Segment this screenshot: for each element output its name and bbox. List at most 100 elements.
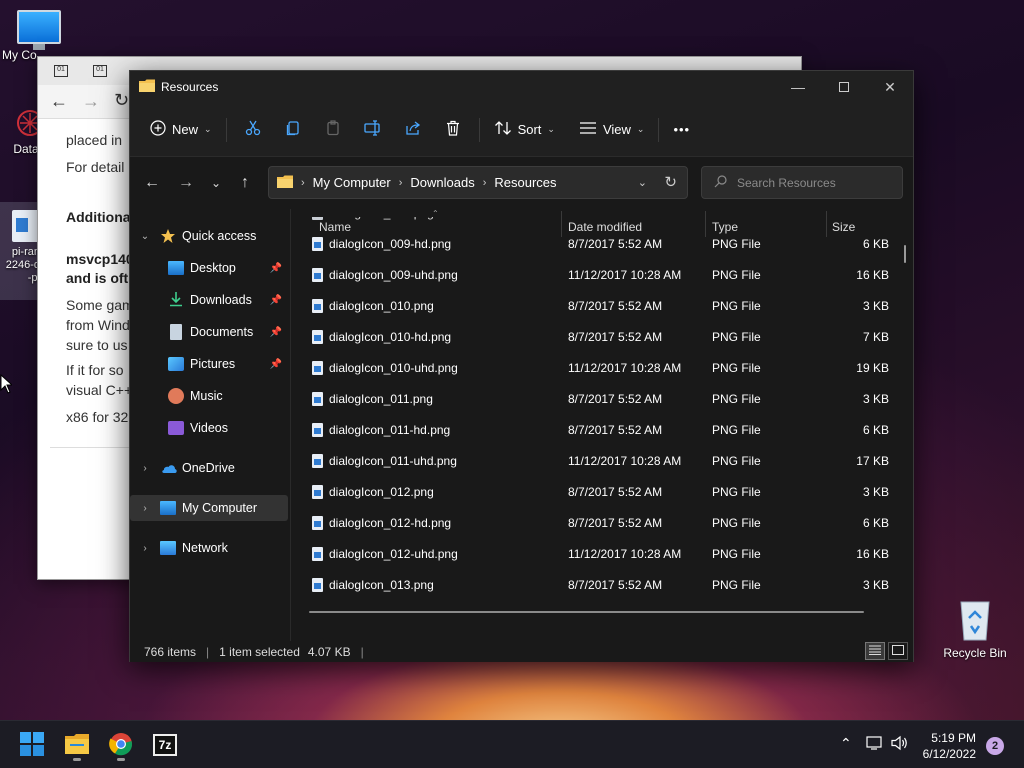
status-bar: 766 items | 1 item selected 4.07 KB |: [130, 641, 913, 662]
details-view-button[interactable]: [865, 642, 885, 660]
file-name: dialogIcon_010.png: [329, 299, 434, 313]
breadcrumb-chevron-icon[interactable]: ›: [399, 177, 403, 189]
reload-icon[interactable]: ↻: [114, 90, 129, 111]
nav-onedrive[interactable]: › OneDrive: [130, 455, 288, 481]
horizontal-scrollbar[interactable]: [309, 611, 864, 613]
new-label: New: [172, 122, 199, 137]
maximize-button[interactable]: [821, 71, 867, 103]
notification-badge[interactable]: 2: [986, 737, 1004, 755]
tiles-view-button[interactable]: [888, 642, 908, 660]
nav-item-pictures[interactable]: Pictures 📌: [130, 351, 288, 377]
expand-chevron-icon[interactable]: ›: [138, 503, 152, 514]
bg-text-line: visual C++: [66, 382, 133, 398]
back-arrow-icon[interactable]: ←: [50, 91, 68, 112]
forward-button[interactable]: →: [174, 171, 198, 195]
table-row[interactable]: dialogIcon_011-hd.png 8/7/2017 5:52 AM PNG…: [291, 415, 901, 446]
minimize-button[interactable]: —: [775, 71, 821, 103]
recent-locations-button[interactable]: ⌄: [204, 171, 228, 195]
table-row[interactable]: dialogIcon_010-hd.png 8/7/2017 5:52 AM PNG…: [291, 322, 901, 353]
breadcrumb-my-computer[interactable]: My Computer: [313, 175, 391, 190]
explorer-titlebar[interactable]: Resources — ✕: [130, 71, 913, 103]
table-row[interactable]: dialogIcon_011.png 8/7/2017 5:52 AM PNG Fi…: [291, 384, 901, 415]
chrome-taskbar-button[interactable]: [104, 729, 138, 761]
breadcrumb-resources[interactable]: Resources: [494, 175, 556, 190]
table-row[interactable]: dialogIcon_009.png 8/7/2017 5:52 AM PNG …: [291, 217, 901, 229]
view-label: View: [602, 122, 631, 137]
nav-item-documents[interactable]: Documents 📌: [130, 319, 288, 345]
file-explorer-window[interactable]: Resources — ✕ New ⌄ Sort ⌄ View ⌄ ••• ← …: [129, 70, 914, 662]
bg-text-line: from Wind: [66, 317, 130, 333]
share-button[interactable]: [393, 114, 433, 146]
file-size: 3 KB: [862, 392, 889, 406]
recycle-bin-icon: [957, 598, 993, 642]
view-button[interactable]: View ⌄: [571, 114, 653, 146]
nav-quick-access[interactable]: ⌄ Quick access: [130, 223, 288, 249]
clock-date: 6/12/2022: [922, 747, 976, 761]
desktop-icon-my-computer[interactable]: My Co: [2, 10, 74, 62]
cut-button[interactable]: [233, 114, 273, 146]
rename-button[interactable]: [353, 114, 393, 146]
table-row[interactable]: dialogIcon_013.png 8/7/2017 5:52 AM PNG Fi…: [291, 570, 901, 601]
7zip-taskbar-button[interactable]: 7z: [148, 729, 182, 761]
copy-button[interactable]: [273, 114, 313, 146]
paste-button[interactable]: [313, 114, 353, 146]
forward-arrow-icon[interactable]: →: [82, 91, 100, 112]
sort-button[interactable]: Sort ⌄: [486, 114, 563, 146]
table-row[interactable]: dialogIcon_010.png 8/7/2017 5:52 AM PNG Fi…: [291, 291, 901, 322]
expand-chevron-icon[interactable]: ⌄: [138, 231, 152, 242]
taskbar: 7z ⌃ 5:19 PM 6/12/2022 2: [0, 720, 1024, 768]
show-hidden-icons-button[interactable]: ⌃: [840, 735, 852, 752]
png-file-icon: [312, 330, 323, 344]
table-row[interactable]: dialogIcon_010-uhd.png 11/12/2017 10:28 A…: [291, 353, 901, 384]
start-button[interactable]: [15, 729, 49, 761]
nav-my-computer[interactable]: › My Computer: [130, 495, 288, 521]
clock-time: 5:19 PM: [931, 731, 976, 745]
refresh-icon[interactable]: ↻: [664, 173, 677, 191]
table-row[interactable]: dialogIcon_012.png 8/7/2017 5:52 AM PNG Fi…: [291, 477, 901, 508]
file-date: 8/7/2017 5:52 AM: [568, 423, 663, 437]
volume-icon[interactable]: [891, 735, 909, 754]
file-type: PNG File: [712, 578, 761, 592]
nav-item-videos[interactable]: Videos: [130, 415, 288, 441]
expand-chevron-icon[interactable]: ›: [138, 543, 152, 554]
breadcrumb-downloads[interactable]: Downloads: [410, 175, 474, 190]
new-button[interactable]: New ⌄: [142, 114, 220, 146]
address-bar[interactable]: › My Computer › Downloads › Resources ⌄ …: [268, 166, 688, 199]
running-indicator: [73, 758, 81, 761]
table-row[interactable]: dialogIcon_009-uhd.png 11/12/2017 10:28 A…: [291, 260, 901, 291]
pin-icon: 📌: [269, 294, 282, 306]
file-name: dialogIcon_013.png: [329, 578, 434, 592]
see-more-button[interactable]: •••: [665, 114, 698, 146]
trash-icon: [445, 120, 461, 139]
nav-label: Pictures: [190, 357, 236, 371]
nav-item-desktop[interactable]: Desktop 📌: [130, 255, 288, 281]
expand-chevron-icon[interactable]: ›: [138, 463, 152, 474]
search-input[interactable]: Search Resources: [701, 166, 903, 199]
status-separator: |: [360, 644, 364, 659]
delete-button[interactable]: [433, 114, 473, 146]
file-date: 8/7/2017 5:52 AM: [568, 578, 663, 592]
close-button[interactable]: ✕: [867, 71, 913, 103]
table-row[interactable]: dialogIcon_012-uhd.png 11/12/2017 10:28 A…: [291, 539, 901, 570]
breadcrumb-chevron-icon[interactable]: ›: [483, 177, 487, 189]
breadcrumb-chevron-icon[interactable]: ›: [301, 177, 305, 189]
file-name: dialogIcon_010-uhd.png: [329, 361, 458, 375]
table-row[interactable]: dialogIcon_009-hd.png 8/7/2017 5:52 AM PNG…: [291, 229, 901, 260]
network-tray-icon[interactable]: [866, 735, 884, 754]
nav-item-downloads[interactable]: Downloads 📌: [130, 287, 288, 313]
system-clock[interactable]: 5:19 PM 6/12/2022: [923, 730, 976, 762]
nav-item-music[interactable]: Music: [130, 383, 288, 409]
vertical-scrollbar[interactable]: [904, 245, 906, 263]
file-name: dialogIcon_012.png: [329, 485, 434, 499]
address-dropdown-icon[interactable]: ⌄: [638, 176, 647, 189]
back-button[interactable]: ←: [140, 171, 164, 195]
table-row[interactable]: dialogIcon_011-uhd.png 11/12/2017 10:28 A…: [291, 446, 901, 477]
file-explorer-taskbar-button[interactable]: [60, 729, 94, 761]
nav-network[interactable]: › Network: [130, 535, 288, 561]
bg-text-heading: Additiona: [66, 209, 131, 225]
table-row[interactable]: dialogIcon_012-hd.png 8/7/2017 5:52 AM PNG…: [291, 508, 901, 539]
desktop-icon-recycle-bin[interactable]: Recycle Bin: [940, 598, 1010, 660]
file-size: 6 KB: [862, 423, 889, 437]
desktop-icon-pi-file[interactable]: pi-ran 2246-d -pi: [0, 202, 40, 300]
up-button[interactable]: ↑: [233, 171, 257, 195]
